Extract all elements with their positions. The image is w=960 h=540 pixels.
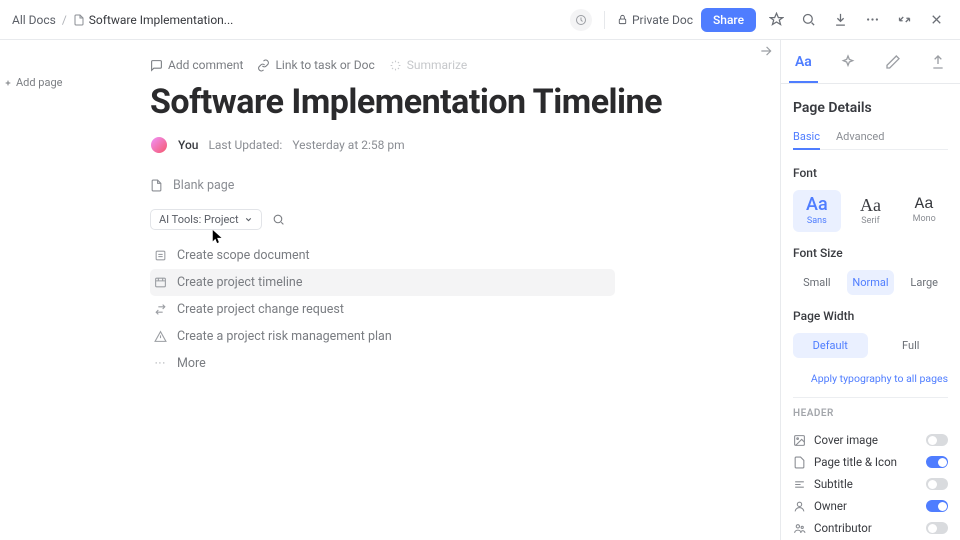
toggle-title-label: Page title & Icon [814,455,897,469]
tab-basic[interactable]: Basic [793,130,820,149]
contributor-icon [793,522,806,535]
more-dots-icon: ··· [154,357,167,370]
page-icon [150,179,163,192]
private-doc[interactable]: Private Doc [617,13,693,27]
font-mono[interactable]: Aa Mono [900,190,948,232]
breadcrumb-separator: / [62,13,67,27]
tab-advanced[interactable]: Advanced [836,130,884,149]
side-tab-edit[interactable] [871,40,916,83]
header-section-label: Header [793,408,948,419]
search-icon[interactable] [272,213,285,226]
doc-title[interactable]: Software Implementation Timeline [150,82,780,122]
close-icon[interactable] [924,8,948,32]
link-icon [257,59,270,72]
breadcrumb-current[interactable]: Software Implementation... [73,13,234,27]
toggle-title[interactable] [926,456,948,468]
font-sans[interactable]: Aa Sans [793,190,841,232]
side-tab-ai[interactable] [826,40,871,83]
tool-risk[interactable]: Create a project risk management plan [150,323,780,350]
toggle-owner-label: Owner [814,499,847,513]
share-button[interactable]: Share [701,8,756,32]
subtitle-icon [793,478,806,491]
timeline-icon [154,276,167,289]
scope-icon [154,249,167,262]
owner-icon [793,500,806,513]
lock-icon [617,14,628,25]
toggle-owner[interactable] [926,500,948,512]
risk-icon [154,330,167,343]
star-icon[interactable] [764,8,788,32]
sparkle-icon [389,59,402,72]
toggle-subtitle[interactable] [926,478,948,490]
title-icon [793,456,806,469]
fontsize-large[interactable]: Large [900,270,948,295]
fontsize-normal[interactable]: Normal [847,270,895,295]
history-icon[interactable] [570,9,592,31]
font-label: Font [793,166,948,180]
avatar [150,136,168,154]
breadcrumb-root[interactable]: All Docs [12,13,56,27]
toggle-contributor-label: Contributor [814,521,872,535]
tool-more[interactable]: ··· More [150,350,780,377]
doc-icon [73,14,85,26]
tool-change[interactable]: Create project change request [150,296,780,323]
pagewidth-label: Page Width [793,309,948,323]
fontsize-small[interactable]: Small [793,270,841,295]
panel-title: Page Details [793,100,948,116]
pagewidth-default[interactable]: Default [793,333,868,358]
tool-timeline[interactable]: Create project timeline [150,269,615,296]
change-icon [154,303,167,316]
last-updated-label: Last Updated: [208,138,282,152]
pagewidth-full[interactable]: Full [874,333,949,358]
blank-page-button[interactable]: Blank page [150,178,780,193]
ai-tools-chip[interactable]: AI Tools: Project [150,209,262,230]
toggle-subtitle-label: Subtitle [814,477,853,491]
chevron-down-icon [244,215,253,224]
cursor-pointer [212,229,224,248]
author-you: You [178,138,198,152]
font-serif[interactable]: Aa Serif [847,190,895,232]
add-comment-button[interactable]: Add comment [150,58,243,72]
expand-toolrow-icon[interactable] [752,40,780,58]
tool-scope[interactable]: Create scope document [150,242,780,269]
toggle-cover[interactable] [926,434,948,446]
image-icon [793,434,806,447]
last-updated-value: Yesterday at 2:58 pm [292,138,404,152]
link-task-button[interactable]: Link to task or Doc [257,58,374,72]
fontsize-label: Font Size [793,246,948,260]
collapse-icon[interactable] [892,8,916,32]
search-icon[interactable] [796,8,820,32]
comment-icon [150,59,163,72]
download-icon[interactable] [828,8,852,32]
toggle-contributor[interactable] [926,522,948,534]
apply-typography-link[interactable]: Apply typography to all pages [793,372,948,385]
side-tab-typography[interactable]: Aa [781,40,826,83]
toggle-cover-label: Cover image [814,433,878,447]
side-tab-export[interactable] [915,40,960,83]
summarize-button[interactable]: Summarize [389,58,468,72]
more-icon[interactable] [860,8,884,32]
